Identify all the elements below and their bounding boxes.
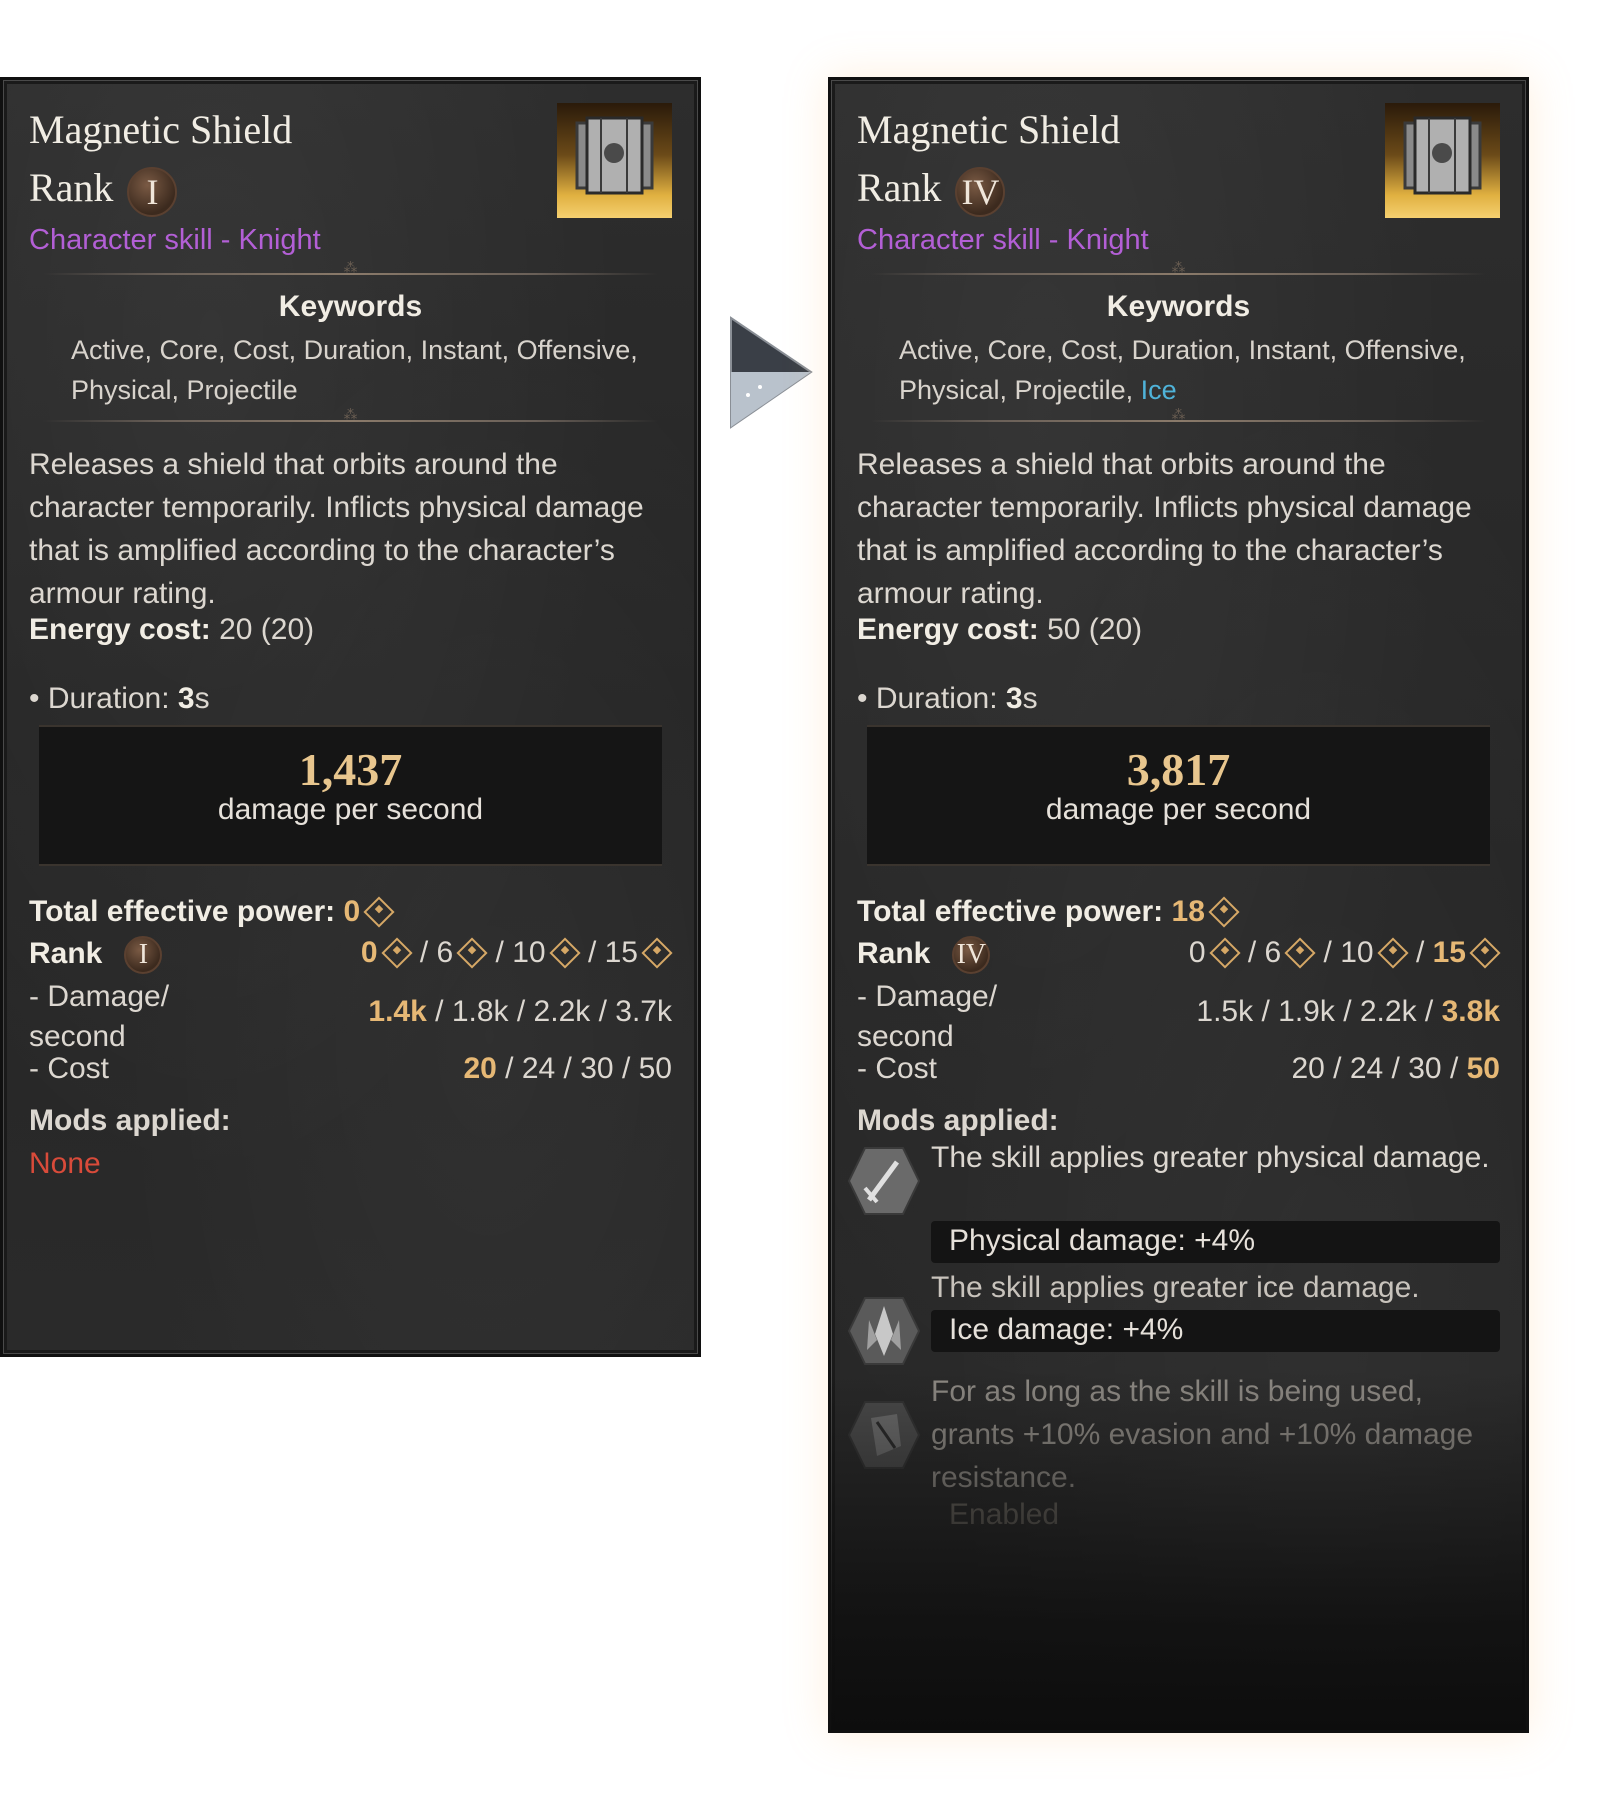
power-tiers: 0 / 6 / 10 / 15 [361,936,673,970]
energy-cost-label: Energy cost: [29,613,211,646]
rank-badge-small: IV [952,936,991,974]
tooltip-card-rank-1: Magnetic Shield Rank I Character skill - … [0,77,701,1357]
skill-rank: Rank I [29,164,178,217]
duration-label: • Duration: [29,682,170,715]
dps-value: 3,817 [1126,744,1231,795]
power-gem-icon [1377,937,1409,969]
rank-row-label: Rank I [29,936,163,974]
power-gem-icon [641,937,673,969]
shield-crack-icon [847,1401,921,1469]
duration-value: 3 [1005,682,1023,715]
power-gem-icon [380,937,413,969]
rank-row-label: Rank IV [857,936,991,974]
dps-value: 1,437 [298,744,403,795]
rank-badge: I [127,166,178,217]
power-gem-icon [1469,937,1501,969]
energy-cost-label: Energy cost: [857,613,1039,646]
power-gem-icon [1208,896,1240,928]
mod-bonus: Ice damage: +4% [931,1310,1500,1352]
duration: • Duration: 3s [857,682,1038,716]
duration-unit: s [194,682,210,715]
skill-subtitle: Character skill - Knight [857,224,1149,256]
mod-description: The skill applies greater physical damag… [931,1141,1490,1174]
rank-label: Rank [29,165,114,210]
magnetic-shield-icon [557,103,672,218]
power-tiers: 0 / 6 / 10 / 15 [1189,936,1501,970]
power-gem-icon [456,937,488,969]
skill-rank: Rank IV [857,164,1006,217]
tep-label: Total effective power: [857,895,1164,928]
damage-label: - Damage/ second [857,980,998,1053]
duration: • Duration: 3s [29,682,210,716]
cost-label: - Cost [857,1052,938,1085]
skill-description: Releases a shield that orbits around the… [857,448,1472,610]
skill-title: Magnetic Shield [29,107,293,152]
power-gem-icon [549,937,581,969]
power-gem-icon [1284,937,1316,969]
damage-values: 1.4k / 1.8k / 2.2k / 3.7k [368,995,672,1028]
skill-title: Magnetic Shield [857,107,1121,152]
mod-description: For as long as the skill is being used, … [931,1375,1474,1494]
rank-label: Rank [857,165,942,210]
power-gem-icon [363,896,395,928]
keyword-ice: Ice [1140,375,1177,405]
duration-label: • Duration: [857,682,998,715]
tep-label: Total effective power: [29,895,336,928]
rank-badge-small: I [124,936,163,974]
tep-value: 18 [1171,895,1205,928]
ice-crystal-icon [847,1297,921,1365]
mods-label: Mods applied: [29,1104,231,1137]
energy-cost: Energy cost: 20 (20) [29,613,314,647]
keywords-line-2: Physical, Projectile [71,375,298,405]
total-effective-power: Total effective power: 0 [29,895,395,929]
keywords-title: Keywords [1106,290,1251,323]
damage-values: 1.5k / 1.9k / 2.2k / 3.8k [1196,995,1500,1028]
keywords-line-1: Active, Core, Cost, Duration, Instant, O… [71,335,638,365]
tep-value: 0 [343,895,361,928]
total-effective-power: Total effective power: 18 [857,895,1240,929]
tooltip-card-rank-4: Magnetic Shield Rank IV Character skill -… [828,77,1529,1733]
mod-bonus: Enabled [949,1498,1060,1531]
energy-cost-base: (20) [1088,613,1143,646]
cost-values: 20 / 24 / 30 / 50 [1291,1052,1500,1085]
duration-unit: s [1022,682,1038,715]
energy-cost-value: 50 [1047,613,1081,646]
keywords-line-2: Physical, Projectile, Ice [899,375,1177,405]
energy-cost: Energy cost: 50 (20) [857,613,1142,647]
mod-description: The skill applies greater ice damage. [931,1271,1420,1304]
upgrade-arrow-icon [730,316,813,429]
rank-badge: IV [955,166,1006,217]
keywords-list: Active, Core, Cost, Duration, Instant, O… [899,330,1479,410]
mods-none: None [29,1147,101,1180]
mods-label: Mods applied: [857,1104,1059,1137]
energy-cost-base: (20) [260,613,315,646]
dps-label: damage per second [217,793,484,826]
damage-label: - Damage/ second [29,980,170,1053]
sword-icon [847,1147,921,1215]
keywords-list: Active, Core, Cost, Duration, Instant, O… [71,330,651,410]
dps-label: damage per second [1045,793,1312,826]
energy-cost-value: 20 [219,613,253,646]
cost-label: - Cost [29,1052,110,1085]
duration-value: 3 [177,682,195,715]
magnetic-shield-icon [1385,103,1500,218]
skill-description: Releases a shield that orbits around the… [29,448,644,610]
power-gem-icon [1208,937,1241,969]
keywords-title: Keywords [278,290,423,323]
mod-bonus: Physical damage: +4% [931,1221,1500,1263]
keywords-line-1: Active, Core, Cost, Duration, Instant, O… [899,335,1466,365]
cost-values: 20 / 24 / 30 / 50 [463,1052,672,1085]
skill-subtitle: Character skill - Knight [29,224,321,256]
